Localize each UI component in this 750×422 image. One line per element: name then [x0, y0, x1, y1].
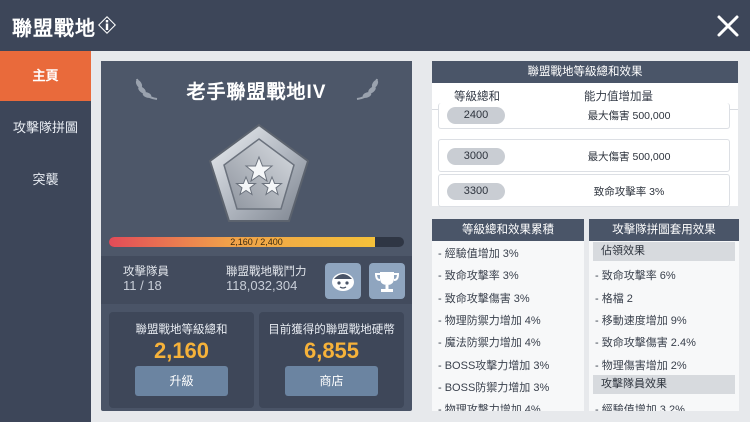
list-item: - 經驗值增加 3.2% [595, 404, 685, 411]
list-item: - 移動速度增加 9% [595, 315, 687, 327]
title-bar: 聯盟戰地 [0, 0, 750, 51]
puzzle-effects-title: 攻擊隊拼圖套用效果 [589, 219, 739, 241]
column-stat-increase: 能力值增加量 [584, 91, 653, 103]
level-effects-title: 聯盟戰地等級總和效果 [432, 61, 738, 83]
power-value: 118,032,304 [226, 278, 298, 293]
list-item: - BOSS攻擊力增加 3% [438, 360, 550, 372]
list-item: - 物理防禦力增加 4% [438, 315, 541, 327]
stats-row: 攻擊隊員 11 / 18 聯盟戰地戰鬥力 118,032,304 [101, 256, 412, 304]
list-item: - 物理攻擊力增加 4% [438, 404, 541, 411]
coin-value: 6,855 [303, 338, 360, 363]
level-row: 3000 最大傷害 500,000 [438, 139, 730, 172]
close-icon[interactable] [716, 14, 740, 38]
shop-button[interactable]: 商店 [285, 366, 378, 396]
list-item: - 魔法防禦力增加 4% [438, 337, 541, 349]
power-label: 聯盟戰地戰鬥力 [226, 266, 307, 278]
chat-character-button[interactable] [325, 263, 361, 299]
level-sum-box: 聯盟戰地等級總和 2,160 升級 [109, 312, 254, 408]
list-item: - BOSS防禦力增加 3% [438, 382, 550, 394]
level-sum-label: 聯盟戰地等級總和 [135, 324, 228, 336]
rank-title: 老手聯盟戰地IV [186, 82, 327, 103]
puzzle-effects-panel[interactable]: 攻擊隊拼圖套用效果 佔領效果 - 致命攻擊率 6% - 格檔 2 - 移動速度增… [589, 219, 739, 411]
column-level-sum: 等級總和 [454, 91, 500, 103]
sidebar-item-raid[interactable]: 突襲 [0, 155, 91, 205]
list-item: - 致命攻擊傷害 3% [438, 293, 530, 305]
list-item: - 致命攻擊率 3% [438, 270, 519, 282]
level-pill: 3000 [447, 148, 505, 165]
trophy-button[interactable] [369, 263, 405, 299]
level-up-button[interactable]: 升級 [135, 366, 228, 396]
page-title: 聯盟戰地 [12, 18, 96, 40]
level-row: 3300 致命攻擊率 3% [438, 174, 730, 207]
sidebar-item-home[interactable]: 主頁 [0, 51, 91, 101]
level-effects-panel: 聯盟戰地等級總和效果 等級總和 能力值增加量 2400 最大傷害 500,000… [432, 61, 738, 207]
accumulated-title: 等級總和效果累積 [432, 219, 584, 241]
level-effect: 最大傷害 500,000 [587, 110, 671, 122]
level-effect: 致命攻擊率 3% [593, 186, 665, 198]
level-sum-value: 2,160 [153, 338, 210, 363]
level-row: 2400 最大傷害 500,000 [438, 103, 730, 129]
sidebar-item-attack-puzzle[interactable]: 攻擊隊拼圖 [0, 103, 91, 153]
silver-medal-icon [208, 123, 310, 222]
list-item: - 致命攻擊傷害 2.4% [595, 337, 696, 349]
level-pill: 2400 [447, 107, 505, 124]
sidebar: 主頁 攻擊隊拼圖 突襲 [0, 51, 91, 422]
rank-card: 老手聯盟戰地IV 2,160 / 2,400 攻擊隊員 11 / 18 聯盟戰地… [101, 61, 412, 411]
character-icon [332, 273, 354, 291]
level-effect: 最大傷害 500,000 [587, 151, 671, 163]
trophy-icon [374, 272, 400, 292]
coin-box: 目前獲得的聯盟戰地硬幣 6,855 商店 [259, 312, 404, 408]
list-item: - 經驗值增加 3% [438, 248, 519, 260]
occupy-effects-header: 佔領效果 [593, 242, 735, 261]
xp-progress-text: 2,160 / 2,400 [230, 237, 283, 247]
accumulated-effects-panel[interactable]: 等級總和效果累積 - 經驗值增加 3% - 致命攻擊率 3% - 致命攻擊傷害 … [432, 219, 584, 411]
member-effects-header: 攻擊隊員效果 [593, 375, 735, 394]
list-item: - 格檔 2 [595, 293, 633, 305]
list-item: - 物理傷害增加 2% [595, 360, 687, 372]
coin-label: 目前獲得的聯盟戰地硬幣 [268, 324, 395, 336]
info-diamond-icon[interactable] [96, 14, 118, 36]
level-pill: 3300 [447, 183, 505, 200]
attackers-label: 攻擊隊員 [123, 266, 169, 278]
list-item: - 致命攻擊率 6% [595, 270, 676, 282]
attackers-value: 11 / 18 [123, 278, 162, 293]
